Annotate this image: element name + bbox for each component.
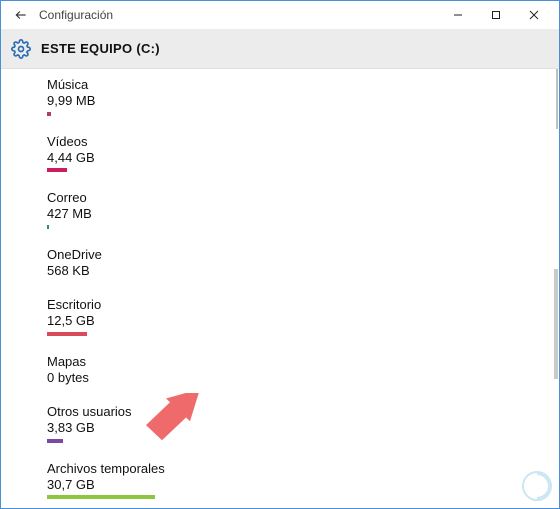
item-label: OneDrive (47, 247, 559, 263)
item-size: 30,7 GB (47, 477, 559, 493)
minimize-button[interactable] (439, 1, 477, 29)
usage-bar (47, 225, 49, 229)
item-label: Archivos temporales (47, 461, 559, 477)
item-size: 4,44 GB (47, 150, 559, 166)
item-size: 0 bytes (47, 370, 559, 386)
item-label: Vídeos (47, 134, 559, 150)
storage-item-archivos-temporales[interactable]: Archivos temporales 30,7 GB (47, 461, 559, 500)
item-size: 568 KB (47, 263, 559, 279)
window-title: Configuración (39, 8, 439, 22)
close-button[interactable] (515, 1, 553, 29)
page-title: ESTE EQUIPO (C:) (41, 41, 160, 56)
usage-bar (47, 168, 67, 172)
storage-list: Música 9,99 MB Vídeos 4,44 GB Correo 427… (1, 69, 559, 508)
item-label: Otros usuarios (47, 404, 559, 420)
item-size: 3,83 GB (47, 420, 559, 436)
item-size: 427 MB (47, 206, 559, 222)
storage-item-escritorio[interactable]: Escritorio 12,5 GB (47, 297, 559, 336)
item-label: Música (47, 77, 559, 93)
gear-icon (11, 39, 31, 59)
usage-bar (47, 495, 155, 499)
item-size: 12,5 GB (47, 313, 559, 329)
storage-item-musica[interactable]: Música 9,99 MB (47, 77, 559, 116)
usage-bar (47, 112, 51, 116)
back-button[interactable] (11, 5, 31, 25)
usage-bar (47, 332, 87, 336)
storage-item-otros-usuarios[interactable]: Otros usuarios 3,83 GB (47, 404, 559, 443)
item-size: 9,99 MB (47, 93, 559, 109)
storage-item-mapas[interactable]: Mapas 0 bytes (47, 354, 559, 387)
window-controls (439, 1, 553, 29)
maximize-button[interactable] (477, 1, 515, 29)
settings-window: Configuración ESTE EQUIPO (C:) Mú (0, 0, 560, 509)
page-header: ESTE EQUIPO (C:) (1, 29, 559, 69)
storage-item-videos[interactable]: Vídeos 4,44 GB (47, 134, 559, 173)
storage-item-onedrive[interactable]: OneDrive 568 KB (47, 247, 559, 280)
item-label: Escritorio (47, 297, 559, 313)
scrollbar-track-top[interactable] (556, 69, 558, 129)
titlebar: Configuración (1, 1, 559, 29)
item-label: Mapas (47, 354, 559, 370)
item-label: Correo (47, 190, 559, 206)
scrollbar-thumb[interactable] (554, 269, 558, 379)
usage-bar (47, 439, 63, 443)
storage-item-correo[interactable]: Correo 427 MB (47, 190, 559, 229)
